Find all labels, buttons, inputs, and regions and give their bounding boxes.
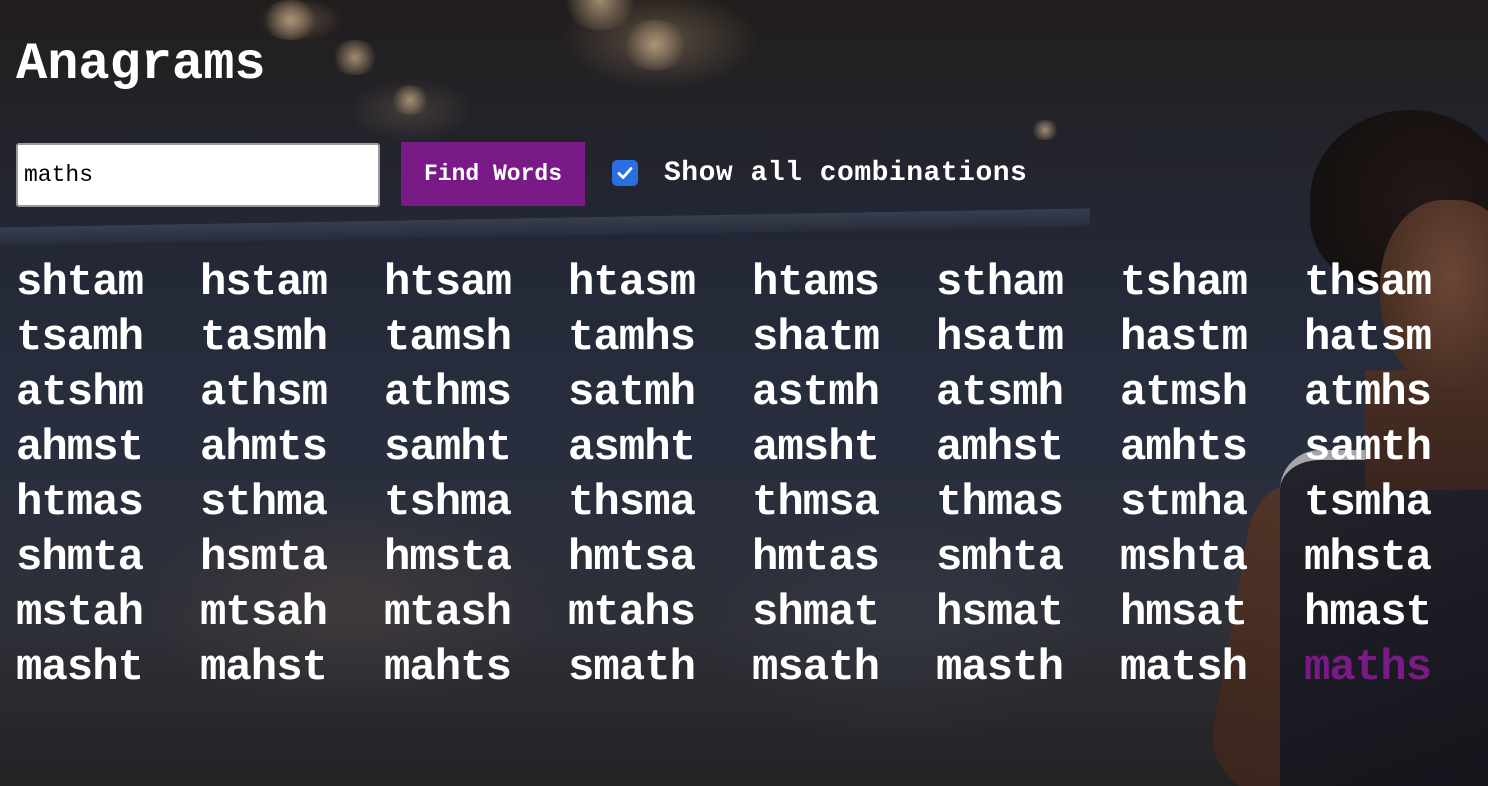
anagram-word[interactable]: mtahs	[568, 586, 752, 641]
anagram-results: shtam hstam htsam htasm htams stham tsham thsam…	[16, 256, 1476, 696]
anagram-word[interactable]: smhta	[936, 531, 1120, 586]
anagram-word[interactable]: mtash	[384, 586, 568, 641]
anagram-word[interactable]: msath	[752, 641, 936, 696]
anagram-app: Anagrams Find Words Show all combination…	[0, 0, 1488, 786]
anagram-word[interactable]: shtam	[16, 256, 200, 311]
anagram-word[interactable]: matsh	[1120, 641, 1304, 696]
anagram-word[interactable]: hsatm	[936, 311, 1120, 366]
anagram-word[interactable]: tasmh	[200, 311, 384, 366]
anagram-word[interactable]: hmtas	[752, 531, 936, 586]
anagram-word[interactable]: mhsta	[1304, 531, 1488, 586]
word-input[interactable]	[16, 143, 380, 207]
anagram-word[interactable]: samht	[384, 421, 568, 476]
anagram-word[interactable]: shmat	[752, 586, 936, 641]
anagram-word[interactable]: sthma	[200, 476, 384, 531]
anagram-word[interactable]: atmsh	[1120, 366, 1304, 421]
anagram-word[interactable]: hsmta	[200, 531, 384, 586]
show-all-combinations-option[interactable]: Show all combinations	[612, 155, 1027, 191]
anagram-word[interactable]: smath	[568, 641, 752, 696]
anagram-word[interactable]: amsht	[752, 421, 936, 476]
anagram-word[interactable]: samth	[1304, 421, 1488, 476]
show-all-label: Show all combinations	[664, 157, 1028, 189]
anagram-word[interactable]: mahts	[384, 641, 568, 696]
anagram-word-match[interactable]: maths	[1304, 641, 1488, 696]
anagram-word[interactable]: htsam	[384, 256, 568, 311]
anagram-word[interactable]: htmas	[16, 476, 200, 531]
anagram-word[interactable]: amhst	[936, 421, 1120, 476]
anagram-word[interactable]: htams	[752, 256, 936, 311]
anagram-word[interactable]: astmh	[752, 366, 936, 421]
anagram-word[interactable]: athms	[384, 366, 568, 421]
anagram-word[interactable]: tamsh	[384, 311, 568, 366]
anagram-word[interactable]: atsmh	[936, 366, 1120, 421]
anagram-word[interactable]: tsamh	[16, 311, 200, 366]
anagram-word[interactable]: asmht	[568, 421, 752, 476]
anagram-word[interactable]: amhts	[1120, 421, 1304, 476]
find-words-button[interactable]: Find Words	[401, 142, 585, 206]
anagram-word[interactable]: hmsat	[1120, 586, 1304, 641]
anagram-word[interactable]: hsmat	[936, 586, 1120, 641]
anagram-word[interactable]: mstah	[16, 586, 200, 641]
anagram-word[interactable]: masth	[936, 641, 1120, 696]
anagram-word[interactable]: hmtsa	[568, 531, 752, 586]
anagram-word[interactable]: hstam	[200, 256, 384, 311]
anagram-word[interactable]: satmh	[568, 366, 752, 421]
anagram-word[interactable]: stham	[936, 256, 1120, 311]
anagram-word[interactable]: mtsah	[200, 586, 384, 641]
anagram-word[interactable]: hastm	[1120, 311, 1304, 366]
anagram-word[interactable]: tsmha	[1304, 476, 1488, 531]
anagram-word[interactable]: shatm	[752, 311, 936, 366]
anagram-word[interactable]: stmha	[1120, 476, 1304, 531]
anagram-word[interactable]: mshta	[1120, 531, 1304, 586]
anagram-word[interactable]: ahmst	[16, 421, 200, 476]
anagram-word[interactable]: atshm	[16, 366, 200, 421]
anagram-word[interactable]: hatsm	[1304, 311, 1488, 366]
anagram-word[interactable]: tsham	[1120, 256, 1304, 311]
anagram-word[interactable]: thsam	[1304, 256, 1488, 311]
anagram-word[interactable]: tshma	[384, 476, 568, 531]
anagram-word[interactable]: hmsta	[384, 531, 568, 586]
anagram-word[interactable]: htasm	[568, 256, 752, 311]
anagram-word[interactable]: athsm	[200, 366, 384, 421]
anagram-word[interactable]: masht	[16, 641, 200, 696]
checkmark-icon	[617, 167, 633, 179]
anagram-word[interactable]: thmas	[936, 476, 1120, 531]
anagram-word[interactable]: ahmts	[200, 421, 384, 476]
anagram-word[interactable]: shmta	[16, 531, 200, 586]
anagram-word[interactable]: hmast	[1304, 586, 1488, 641]
anagram-word[interactable]: mahst	[200, 641, 384, 696]
show-all-checkbox[interactable]	[612, 160, 638, 186]
anagram-word[interactable]: thsma	[568, 476, 752, 531]
anagram-word[interactable]: atmhs	[1304, 366, 1488, 421]
anagram-word[interactable]: tamhs	[568, 311, 752, 366]
page-title: Anagrams	[16, 35, 266, 94]
anagram-word[interactable]: thmsa	[752, 476, 936, 531]
